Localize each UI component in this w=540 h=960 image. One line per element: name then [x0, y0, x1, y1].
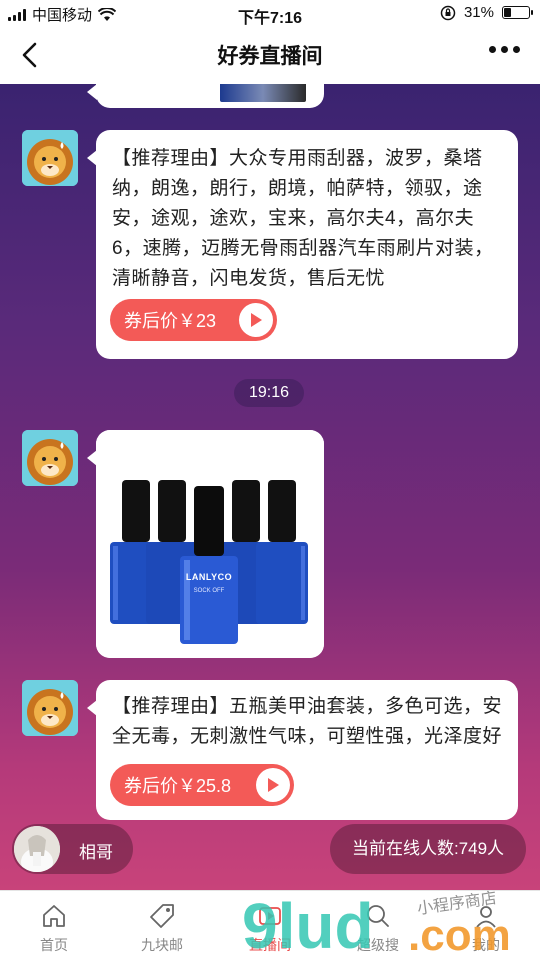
message-bubble: 【推荐理由】五瓶美甲油套装，多色可选，安全无毒，无刺激性气味，可塑性强，光泽度好…	[87, 680, 518, 820]
page-title: 好券直播间	[217, 45, 323, 68]
tab-label: 首页	[40, 937, 68, 953]
more-button[interactable]	[489, 46, 520, 53]
chat-area[interactable]: 【推荐理由】大众专用雨刮器，波罗，桑塔纳，朗逸，朗行，朗境，帕萨特，领驭，途安，…	[0, 84, 540, 890]
battery-fill	[504, 8, 512, 17]
tag-icon	[147, 901, 177, 931]
live-icon	[255, 901, 285, 931]
more-dot	[513, 46, 520, 53]
avatar[interactable]	[22, 680, 78, 736]
battery-percent: 31%	[463, 4, 494, 21]
nav-bar: 好券直播间	[0, 28, 540, 84]
play-icon	[239, 303, 273, 337]
price-label: 券后价￥25.8	[124, 776, 232, 796]
play-icon	[256, 768, 290, 802]
search-icon	[363, 901, 393, 931]
more-dot	[501, 46, 508, 53]
home-icon	[39, 901, 69, 931]
nail-polish-product-image	[96, 430, 324, 658]
tab-live[interactable]: 直播间	[216, 891, 324, 960]
message-bubble: 【推荐理由】大众专用雨刮器，波罗，桑塔纳，朗逸，朗行，朗境，帕萨特，领驭，途安，…	[87, 130, 518, 359]
tab-nine-yuan[interactable]: 九块邮	[108, 891, 216, 960]
user-icon	[471, 901, 501, 931]
orientation-lock-icon	[440, 5, 456, 20]
status-bar: 中国移动 下午7:16 31%	[0, 0, 540, 28]
recommend-reason: 【推荐理由】五瓶美甲油套装，多色可选，安全无毒，无刺激性气味，可塑性强，光泽度好	[112, 696, 503, 747]
tab-label: 九块邮	[141, 937, 183, 953]
lion-avatar-icon	[22, 130, 78, 186]
tab-super-search[interactable]: 超级搜	[324, 891, 432, 960]
tab-label: 我的	[472, 937, 500, 953]
host-avatar	[14, 826, 60, 872]
price-label: 券后价￥23	[124, 311, 217, 331]
status-right: 31%	[440, 4, 533, 21]
partial-image-bubble[interactable]	[87, 84, 324, 108]
product-brand-text: LANLYCO	[185, 572, 233, 582]
tab-label: 直播间	[249, 937, 291, 953]
online-count: 当前在线人数:749人	[330, 824, 526, 874]
time-divider: 19:16	[234, 379, 304, 407]
host-name: 相哥	[79, 843, 113, 862]
tab-label: 超级搜	[357, 937, 399, 953]
product-sub-text: SOCK OFF	[193, 588, 225, 594]
lion-avatar-icon	[22, 430, 78, 486]
lion-avatar-icon	[22, 680, 78, 736]
tab-mine[interactable]: 我的	[432, 891, 540, 960]
avatar[interactable]	[22, 430, 78, 486]
partial-product-image	[220, 84, 306, 102]
image-bubble[interactable]: LANLYCO SOCK OFF	[87, 430, 324, 658]
price-button[interactable]: 券后价￥25.8	[110, 764, 294, 806]
price-button[interactable]: 券后价￥23	[110, 299, 277, 341]
more-dot	[489, 46, 496, 53]
tab-home[interactable]: 首页	[0, 891, 108, 960]
battery-icon	[502, 6, 533, 19]
avatar[interactable]	[22, 130, 78, 186]
recommend-reason: 【推荐理由】大众专用雨刮器，波罗，桑塔纳，朗逸，朗行，朗境，帕萨特，领驭，途安，…	[112, 148, 494, 289]
host-pill[interactable]: 相哥	[12, 824, 133, 874]
tab-bar: 首页 九块邮 直播间 超级搜 我的	[0, 890, 540, 960]
